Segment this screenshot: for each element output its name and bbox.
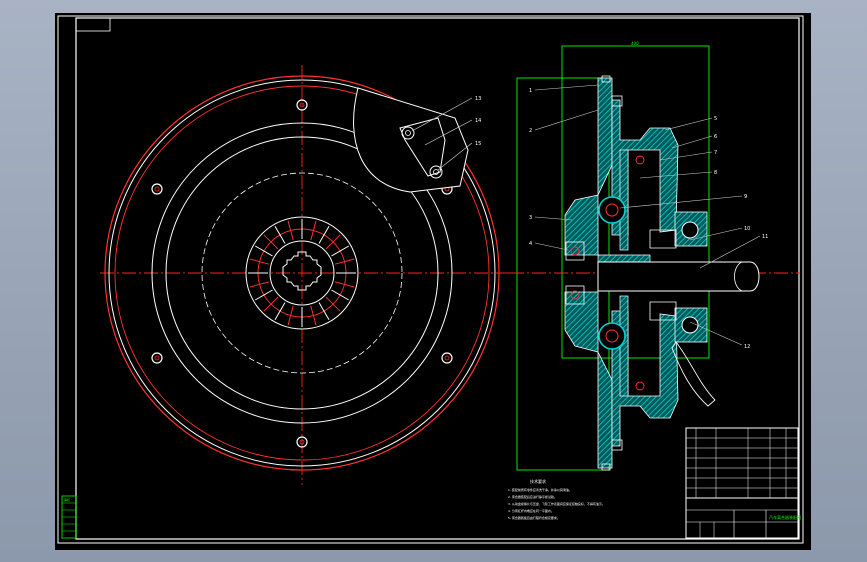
leader-4 <box>534 242 569 251</box>
hub-slot <box>331 245 350 257</box>
note-3: 3. 从动盘摩擦片与压盘、飞轮工作表面间应保证接触良好，不得有油污。 <box>508 501 605 506</box>
balloon-12: 12 <box>744 344 750 350</box>
rivet-lower <box>635 381 645 391</box>
technical-notes: 技术要求 1. 装配前所有零件应清洗干净，并涂以润滑油。 2. 离合器装配后应进… <box>508 478 605 520</box>
title-block: 汽车离合器装配图 <box>685 497 801 539</box>
hub-slot <box>318 302 330 321</box>
hub-slot <box>325 234 341 250</box>
clutch-assembly-drawing: 13 14 15 400 1 2 3 4 5 6 7 8 9 10 11 12 … <box>57 15 804 544</box>
cad-viewport[interactable]: 13 14 15 400 1 2 3 4 5 6 7 8 9 10 11 12 … <box>55 13 811 550</box>
damper-spring-lower <box>598 322 626 350</box>
front-view: 13 14 15 <box>100 65 510 485</box>
hub-slot <box>318 225 330 244</box>
hub-slot <box>263 296 279 312</box>
note-2: 2. 离合器装配后应进行静平衡试验。 <box>508 494 557 499</box>
bolt-hole <box>441 352 453 364</box>
section-view: 400 1 2 3 4 5 6 7 8 9 10 11 12 <box>510 41 800 471</box>
leader-2 <box>534 109 599 131</box>
balloon-14: 14 <box>475 118 481 124</box>
bolt-hole-center <box>154 355 160 361</box>
balloon-10: 10 <box>744 226 750 232</box>
leader-9 <box>619 195 743 209</box>
release-ball-lower <box>681 316 699 334</box>
balloon-9: 9 <box>744 194 747 200</box>
balloon-4: 4 <box>529 241 532 247</box>
note-4: 4. 分离杠杆内端应在同一平面内。 <box>508 508 554 513</box>
release-sleeve-upper <box>649 229 677 249</box>
parts-list <box>685 427 799 539</box>
balloon-7: 7 <box>714 150 717 156</box>
balloon-8: 8 <box>714 170 717 176</box>
revision-block: 审核 <box>61 495 77 539</box>
balloon-1: 1 <box>529 88 532 94</box>
hub-slot <box>254 245 273 257</box>
damper-spring-upper <box>598 196 626 224</box>
drawing-number-box <box>75 17 111 32</box>
bolt-hole-center <box>154 186 160 192</box>
notes-title: 技术要求 <box>530 478 546 484</box>
balloon-13: 13 <box>475 96 481 102</box>
hub-slot <box>331 289 350 301</box>
balloon-3: 3 <box>529 215 532 221</box>
flywheel-section-upper <box>564 77 613 256</box>
title-block-name: 汽车离合器装配图 <box>769 514 801 520</box>
bolt-hole-center <box>444 355 450 361</box>
hub-upper <box>597 254 651 263</box>
note-5: 5. 离合器踏板自由行程符合规定要求。 <box>508 515 560 520</box>
hub-slot <box>274 302 286 321</box>
flywheel-section-lower <box>564 291 613 469</box>
hub-slot <box>274 225 286 244</box>
bolt-hole <box>151 183 163 195</box>
hub-slot <box>325 296 341 312</box>
rivet-upper <box>635 155 645 165</box>
hub-slot <box>254 289 273 301</box>
release-ball-upper <box>681 221 699 239</box>
dimension-top-value: 400 <box>631 41 639 46</box>
dimension-box-left <box>516 77 610 471</box>
hub-slot <box>263 234 279 250</box>
balloon-15: 15 <box>475 141 481 147</box>
leader-1 <box>534 84 599 91</box>
note-1: 1. 装配前所有零件应清洗干净，并涂以润滑油。 <box>508 487 572 492</box>
lever-cutout <box>353 87 469 193</box>
balloon-11: 11 <box>762 234 768 240</box>
balloon-5: 5 <box>714 116 717 122</box>
leader-5 <box>664 117 713 131</box>
leader-6 <box>671 135 713 149</box>
revision-label: 审核 <box>64 497 70 502</box>
balloon-2: 2 <box>529 128 532 134</box>
release-fork <box>671 341 716 407</box>
balloon-6: 6 <box>714 134 717 140</box>
parts-list-frame <box>685 427 799 539</box>
bolt-hole <box>151 352 163 364</box>
